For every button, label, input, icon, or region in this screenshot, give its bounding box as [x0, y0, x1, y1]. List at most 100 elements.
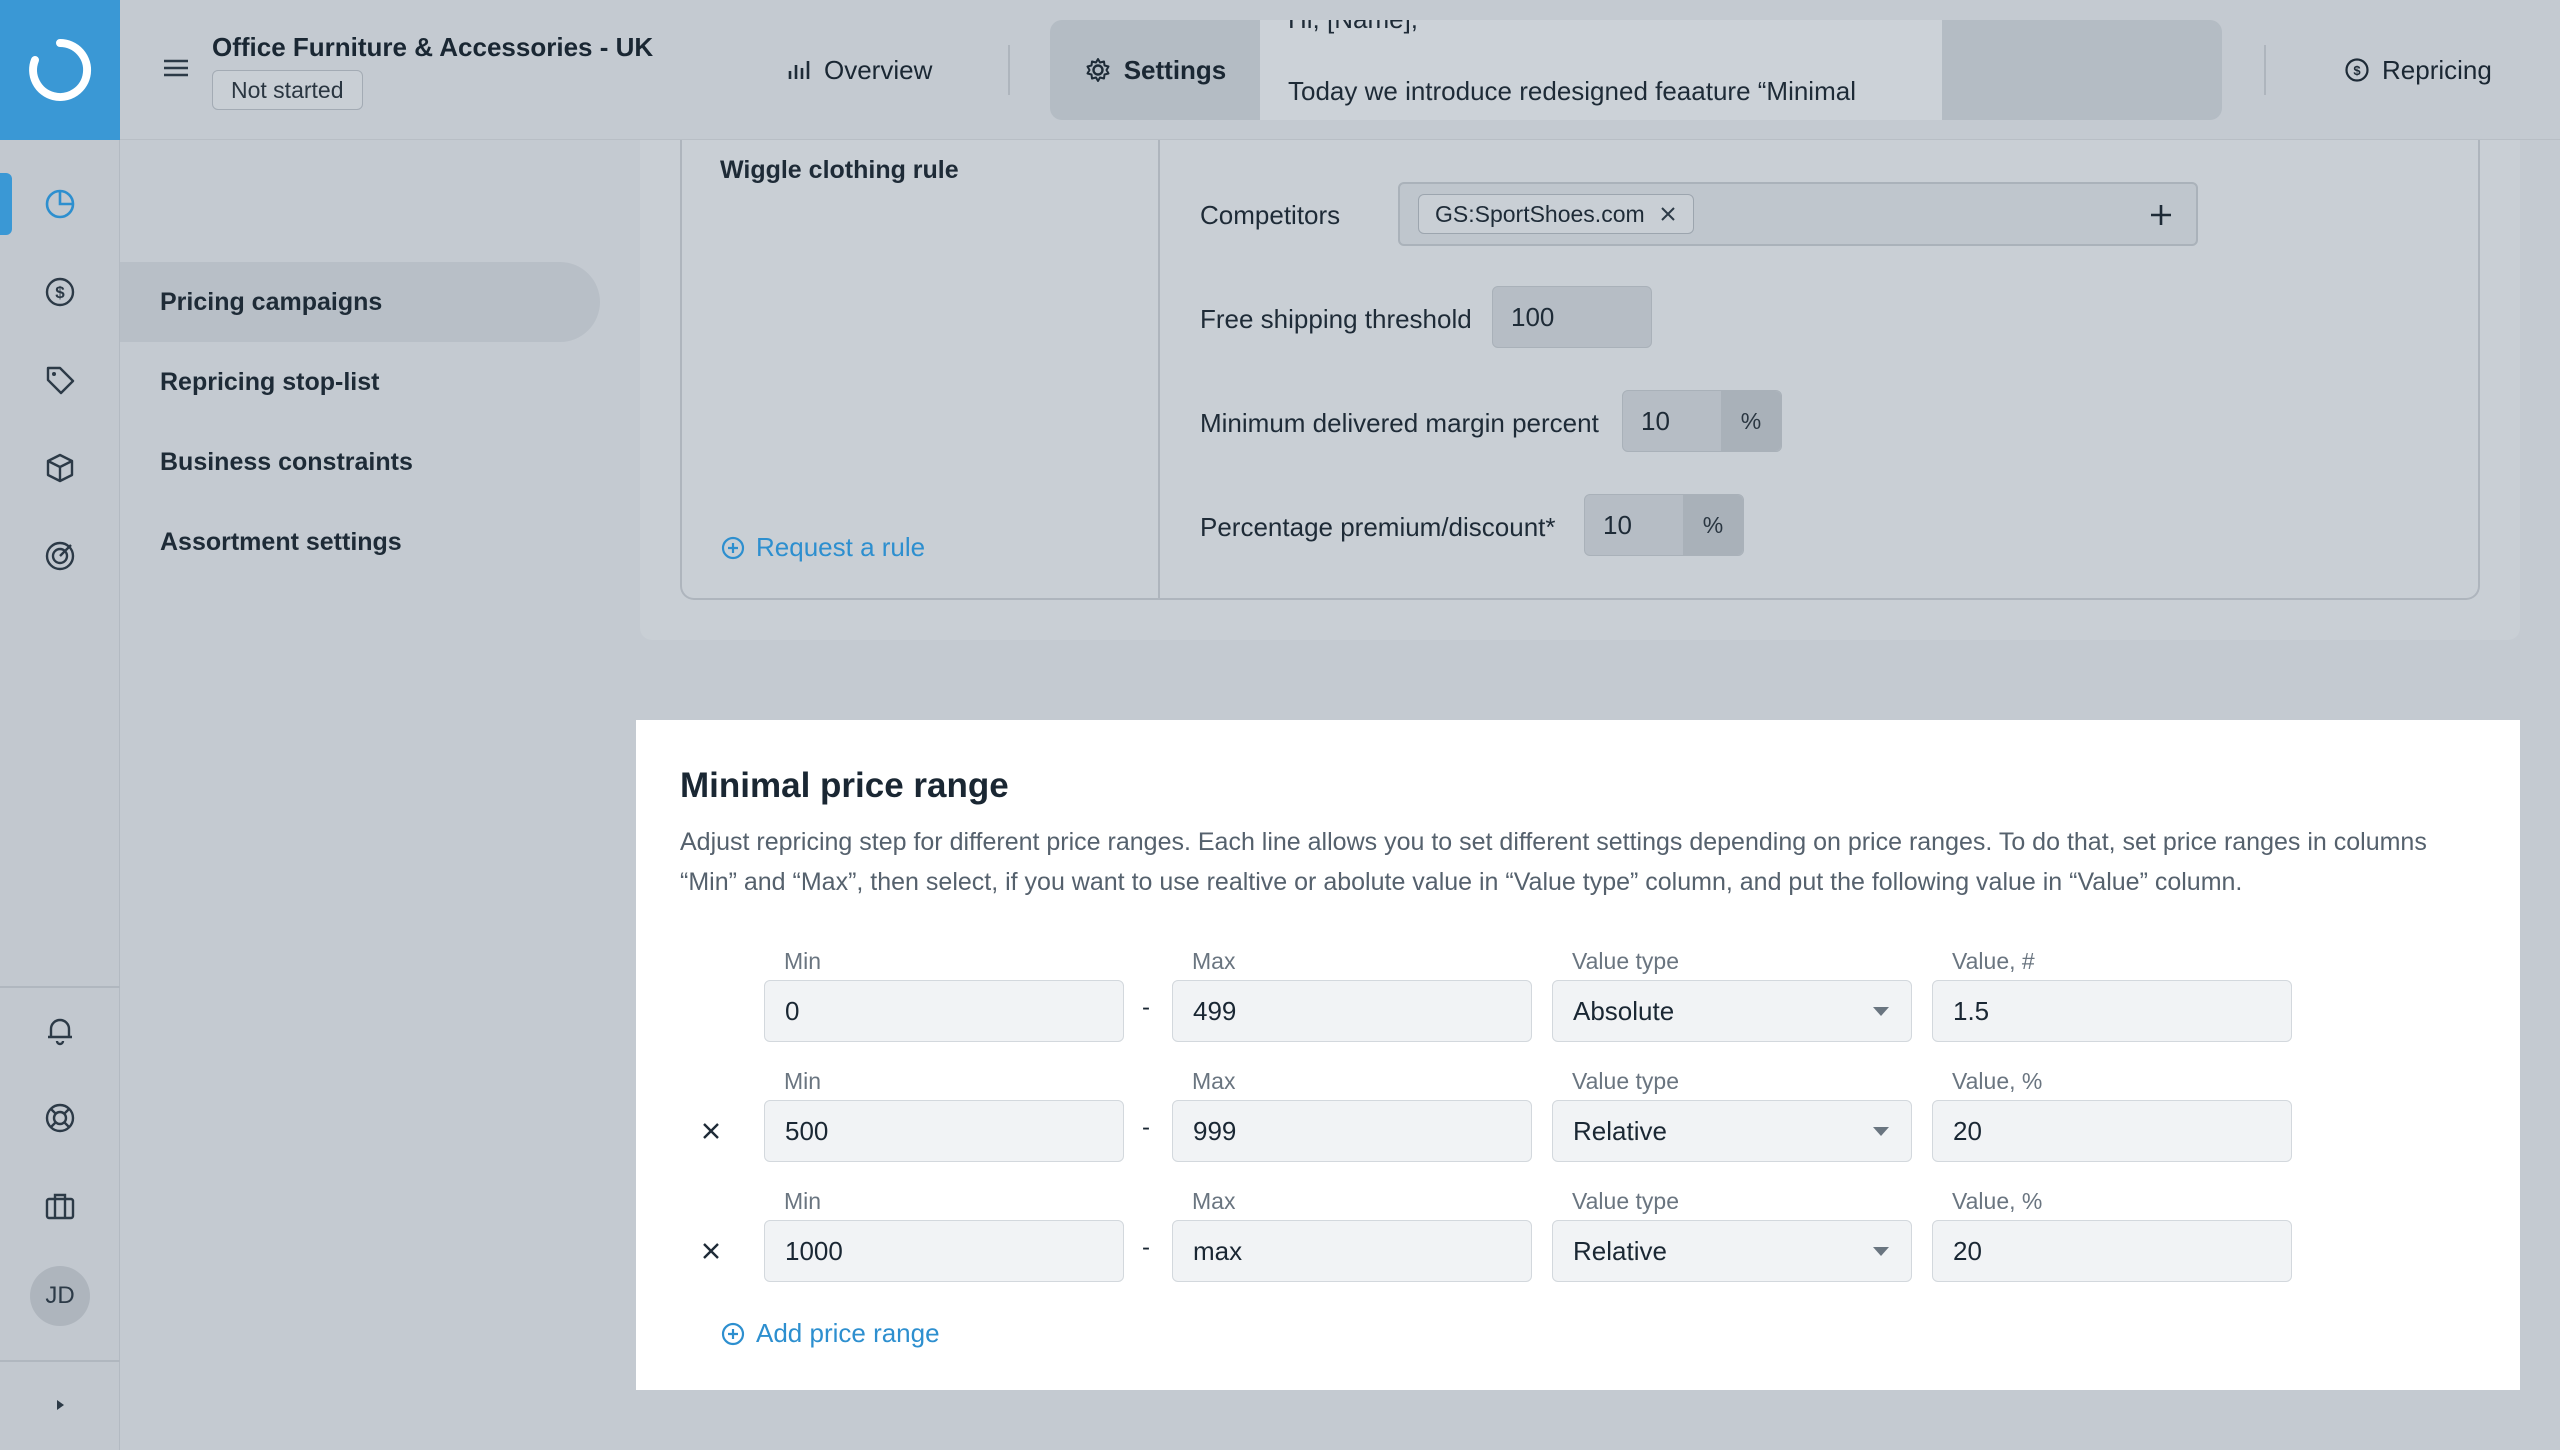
- nav-divider: [1008, 45, 1010, 95]
- value-type-select[interactable]: Absolute: [1552, 980, 1912, 1042]
- add-icon[interactable]: [2148, 202, 2174, 228]
- value-input[interactable]: 20: [1932, 1220, 2292, 1282]
- value-type-label: Value type: [1572, 948, 1679, 974]
- value-label: Value, %: [1952, 1068, 2043, 1094]
- section-description: Adjust repricing step for different pric…: [680, 828, 2427, 896]
- subnav-item-business-constraints[interactable]: Business constraints: [120, 422, 600, 502]
- dollar-icon[interactable]: $: [30, 262, 90, 322]
- tab-repricing[interactable]: $ Repricing: [2344, 20, 2492, 120]
- value-input[interactable]: 20: [1932, 1100, 2292, 1162]
- rail-active-indicator: [0, 173, 12, 235]
- subnav-item-assortment-settings[interactable]: Assortment settings: [120, 502, 600, 582]
- pricing-rules-card: Wiggle clothing rule Request a rule Comp…: [640, 140, 2520, 640]
- remove-row-icon[interactable]: [696, 1236, 726, 1266]
- range-dash: -: [1142, 1114, 1150, 1141]
- lifebuoy-icon[interactable]: [30, 1088, 90, 1148]
- min-margin-value: 10: [1641, 405, 1670, 436]
- gear-icon: [1086, 58, 1110, 82]
- subnav-item-pricing-campaigns[interactable]: Pricing campaigns: [120, 262, 600, 342]
- minimal-price-range-card: Minimal price range Adjust repricing ste…: [636, 720, 2520, 1390]
- left-rail: $ JD: [0, 0, 120, 1450]
- bar-chart-icon: [788, 61, 810, 79]
- max-input[interactable]: max: [1172, 1220, 1532, 1282]
- bell-icon[interactable]: [30, 1000, 90, 1060]
- logo-icon: [29, 38, 92, 101]
- min-input[interactable]: 500: [764, 1100, 1124, 1162]
- value-type-select[interactable]: Relative: [1552, 1100, 1912, 1162]
- max-label: Max: [1192, 1188, 1236, 1214]
- rule-box: Wiggle clothing rule Request a rule Comp…: [680, 140, 2480, 600]
- dollar-circle-icon: $: [2345, 58, 2369, 82]
- value-type-selected: Absolute: [1573, 995, 1675, 1026]
- value-label: Value, %: [1952, 1188, 2043, 1214]
- banner-text: Today we introduce redesigned feaature “…: [1288, 76, 1856, 106]
- subnav-item-repricing-stop-list[interactable]: Repricing stop-list: [120, 342, 600, 422]
- section-title: Minimal price range: [680, 766, 1009, 805]
- min-label: Min: [784, 948, 822, 974]
- range-dash: -: [1142, 994, 1150, 1021]
- value-type-select[interactable]: Relative: [1552, 1220, 1912, 1282]
- min-label: Min: [784, 1068, 822, 1094]
- svg-text:$: $: [55, 283, 65, 302]
- nav-divider: [2264, 45, 2266, 95]
- status-badge: Not started: [212, 70, 363, 110]
- value-type-label: Value type: [1572, 1068, 1679, 1094]
- tag-icon[interactable]: [30, 350, 90, 410]
- max-label: Max: [1192, 1068, 1236, 1094]
- settings-subnav: Pricing campaigns Repricing stop-list Bu…: [120, 262, 600, 582]
- banner-side: [1942, 20, 2222, 120]
- box-icon[interactable]: [30, 438, 90, 498]
- tab-settings-label: Settings: [1123, 54, 1227, 85]
- premium-input[interactable]: 10 %: [1584, 494, 1744, 556]
- briefcase-icon[interactable]: [30, 1176, 90, 1236]
- store-title: Office Furniture & Accessories - UK: [212, 32, 654, 62]
- value-label: Value, #: [1952, 948, 2035, 974]
- competitor-chip: GS:SportShoes.com: [1418, 194, 1694, 234]
- tab-overview-label: Overview: [824, 54, 933, 85]
- menu-icon[interactable]: [160, 52, 192, 84]
- free-shipping-label: Free shipping threshold: [1200, 304, 1472, 334]
- add-price-range-link[interactable]: Add price range: [720, 1318, 940, 1349]
- max-input[interactable]: 999: [1172, 1100, 1532, 1162]
- competitors-input[interactable]: GS:SportShoes.com: [1398, 182, 2198, 246]
- request-rule-label: Request a rule: [756, 532, 926, 562]
- value-type-label: Value type: [1572, 1188, 1679, 1214]
- percent-suffix: %: [1721, 391, 1781, 451]
- chevron-down-icon: [1873, 1247, 1889, 1256]
- chevron-down-icon: [1873, 1007, 1889, 1016]
- remove-row-icon[interactable]: [696, 1116, 726, 1146]
- plus-circle-icon: [721, 1322, 745, 1345]
- plus-circle-icon: [721, 536, 745, 559]
- free-shipping-input[interactable]: 100: [1492, 286, 1652, 348]
- value-type-selected: Relative: [1573, 1115, 1667, 1146]
- min-input[interactable]: 1000: [764, 1220, 1124, 1282]
- request-rule-link[interactable]: Request a rule: [720, 532, 925, 563]
- app-logo[interactable]: [0, 0, 120, 140]
- tab-overview[interactable]: Overview: [786, 20, 932, 120]
- dashboard-icon[interactable]: [30, 174, 90, 234]
- max-input[interactable]: 499: [1172, 980, 1532, 1042]
- tab-settings[interactable]: Settings: [1050, 20, 1260, 120]
- expand-icon[interactable]: [30, 1375, 90, 1435]
- min-input[interactable]: 0: [764, 980, 1124, 1042]
- rail-divider: [0, 986, 120, 988]
- value-input[interactable]: 1.5: [1932, 980, 2292, 1042]
- target-icon[interactable]: [30, 526, 90, 586]
- banner-greeting: Hi, [Name],: [1288, 20, 1418, 35]
- avatar[interactable]: JD: [30, 1266, 90, 1326]
- chevron-down-icon: [1873, 1127, 1889, 1136]
- rail-divider: [0, 1360, 120, 1362]
- min-margin-input[interactable]: 10 %: [1622, 390, 1782, 452]
- tab-repricing-label: Repricing: [2382, 54, 2492, 85]
- rule-divider: [1158, 140, 1160, 598]
- close-icon[interactable]: [1659, 205, 1677, 223]
- percent-suffix: %: [1683, 495, 1743, 555]
- min-label: Min: [784, 1188, 822, 1214]
- top-header: Office Furniture & Accessories - UK Not …: [120, 0, 2560, 140]
- svg-text:$: $: [2353, 63, 2361, 78]
- rule-title: Wiggle clothing rule: [720, 156, 959, 184]
- add-price-range-label: Add price range: [756, 1318, 940, 1348]
- announcement-banner: Hi, [Name], Today we introduce redesigne…: [1260, 20, 1942, 120]
- competitor-chip-label: GS:SportShoes.com: [1435, 200, 1645, 227]
- range-dash: -: [1142, 1234, 1150, 1261]
